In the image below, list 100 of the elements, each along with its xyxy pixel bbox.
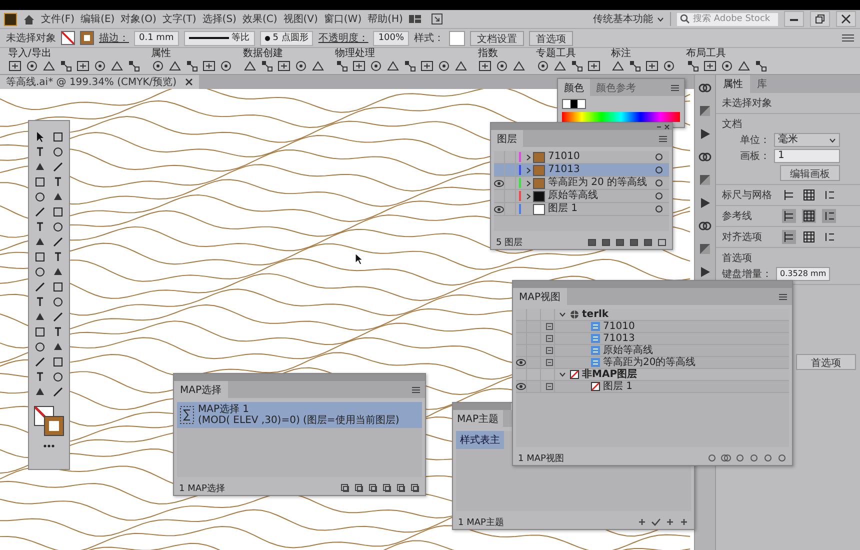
tool-icon[interactable] [52, 206, 64, 218]
style-swatch[interactable] [449, 30, 466, 46]
plugin-tool-icon[interactable] [243, 59, 257, 73]
toggle-button[interactable] [782, 209, 796, 223]
toggle-button[interactable] [802, 230, 816, 244]
tool-icon[interactable] [34, 341, 46, 353]
brush-dropdown[interactable]: 5 点圆形 [260, 30, 314, 46]
plugin-tool-icon[interactable] [420, 59, 434, 73]
tool-icon[interactable] [34, 281, 46, 293]
panel-dock-icon[interactable] [698, 104, 712, 118]
map-group-name[interactable]: terlk [582, 309, 609, 320]
plugin-tool-icon[interactable] [42, 59, 56, 73]
preferences-button[interactable]: 首选项 [796, 354, 856, 370]
tool-icon[interactable] [34, 191, 46, 203]
tool-icon[interactable] [52, 221, 64, 233]
tool-icon[interactable] [34, 311, 46, 323]
plugin-tool-icon[interactable] [737, 59, 751, 73]
plugin-tool-icon[interactable] [703, 59, 717, 73]
plugin-tool-icon[interactable] [202, 59, 216, 73]
tool-icon[interactable] [52, 341, 64, 353]
plugin-tool-icon[interactable] [93, 59, 107, 73]
panel-dock-icon[interactable] [698, 127, 712, 141]
tool-icon[interactable] [34, 371, 46, 383]
plugin-tool-icon[interactable] [512, 59, 526, 73]
eye-icon[interactable] [494, 180, 504, 186]
tool-icon[interactable] [34, 296, 46, 308]
document-tab[interactable]: 等高线.ai* @ 199.34% (CMYK/预览) [0, 75, 199, 89]
panel-tab[interactable]: 图层 [491, 130, 523, 147]
layer-row[interactable]: 原始等高线 [494, 190, 669, 203]
chevron-icon[interactable] [559, 372, 566, 377]
panel-tab[interactable]: 库 [750, 75, 774, 93]
menu-item[interactable]: 视图(V) [283, 12, 318, 26]
plugin-tool-icon[interactable] [628, 59, 642, 73]
plugin-tool-icon[interactable] [311, 59, 325, 73]
toggle-button[interactable] [782, 230, 796, 244]
tool-icon[interactable] [52, 356, 64, 368]
menu-item[interactable]: 窗口(W) [324, 12, 362, 26]
unit-dropdown[interactable]: 毫米 [774, 133, 840, 147]
toggle-button[interactable] [802, 188, 816, 202]
home-icon[interactable] [23, 14, 35, 24]
tool-icon[interactable] [34, 386, 46, 398]
tool-icon[interactable] [34, 146, 46, 158]
tool-icon[interactable] [52, 161, 64, 173]
target-circle-icon[interactable] [655, 179, 663, 187]
target-circle-icon[interactable] [655, 166, 663, 174]
plugin-tool-icon[interactable] [8, 59, 22, 73]
layer-lock-icon[interactable] [546, 323, 552, 330]
plugin-tool-icon[interactable] [219, 59, 233, 73]
plugin-tool-icon[interactable] [662, 59, 676, 73]
plugin-tool-icon[interactable] [536, 59, 550, 73]
plugin-tool-icon[interactable] [127, 59, 141, 73]
eye-icon[interactable] [516, 383, 526, 390]
tool-icon[interactable] [34, 326, 46, 338]
menu-item[interactable]: 文字(T) [162, 12, 196, 26]
color-swatches[interactable] [562, 99, 586, 109]
menu-icon[interactable] [411, 386, 421, 394]
plugin-tool-icon[interactable] [570, 59, 584, 73]
tool-icon[interactable] [52, 266, 64, 278]
plugin-tool-icon[interactable] [754, 59, 768, 73]
opacity-field[interactable]: 100% [373, 30, 410, 46]
menu-item[interactable]: 效果(C) [242, 12, 278, 26]
tool-icon[interactable] [52, 386, 64, 398]
tool-icon[interactable] [34, 176, 46, 188]
tool-icon[interactable] [34, 266, 46, 278]
plugin-tool-icon[interactable] [478, 59, 492, 73]
layer-row[interactable]: 图层 1 [494, 203, 669, 216]
tool-icon[interactable] [34, 236, 46, 248]
panel-tab[interactable]: MAP主题 [453, 410, 502, 427]
opacity-label[interactable]: 不透明度： [318, 31, 368, 45]
plugin-tool-icon[interactable] [260, 59, 274, 73]
menu-icon[interactable] [670, 84, 680, 92]
panel-tab[interactable]: MAP视图 [513, 288, 566, 305]
arrange-icon[interactable] [430, 13, 443, 25]
layer-row[interactable]: 等高距为 20 的等高线 [494, 177, 669, 190]
plugin-tool-icon[interactable] [277, 59, 291, 73]
tool-icon[interactable] [34, 221, 46, 233]
layer-lock-icon[interactable] [546, 347, 552, 354]
panel-dock-icon[interactable] [698, 219, 712, 233]
map-layer-name[interactable]: 等高距为20的等高线 [603, 357, 696, 368]
panel-grip-bar[interactable] [453, 403, 511, 410]
stroke-weight-field[interactable]: 0.1 mm [134, 30, 179, 46]
plugin-tool-icon[interactable] [587, 59, 601, 73]
plugin-tool-icon[interactable] [59, 59, 73, 73]
target-circle-icon[interactable] [655, 192, 663, 200]
plugin-tool-icon[interactable] [185, 59, 199, 73]
plugin-tool-icon[interactable] [110, 59, 124, 73]
toggle-button[interactable] [782, 188, 796, 202]
color-spectrum[interactable] [562, 112, 680, 122]
plugin-tool-icon[interactable] [25, 59, 39, 73]
panel-tab[interactable]: 属性 [716, 75, 750, 93]
layer-lock-icon[interactable] [546, 359, 552, 366]
plugin-tool-icon[interactable] [76, 59, 90, 73]
target-circle-icon[interactable] [655, 205, 663, 213]
tool-icon[interactable] [34, 161, 46, 173]
panel-dock-icon[interactable] [698, 150, 712, 164]
tool-icon[interactable] [34, 131, 46, 143]
plugin-tool-icon[interactable] [335, 59, 349, 73]
tool-icon[interactable] [52, 176, 64, 188]
layer-lock-icon[interactable] [546, 335, 552, 342]
panel-grip-bar[interactable] [513, 281, 792, 288]
